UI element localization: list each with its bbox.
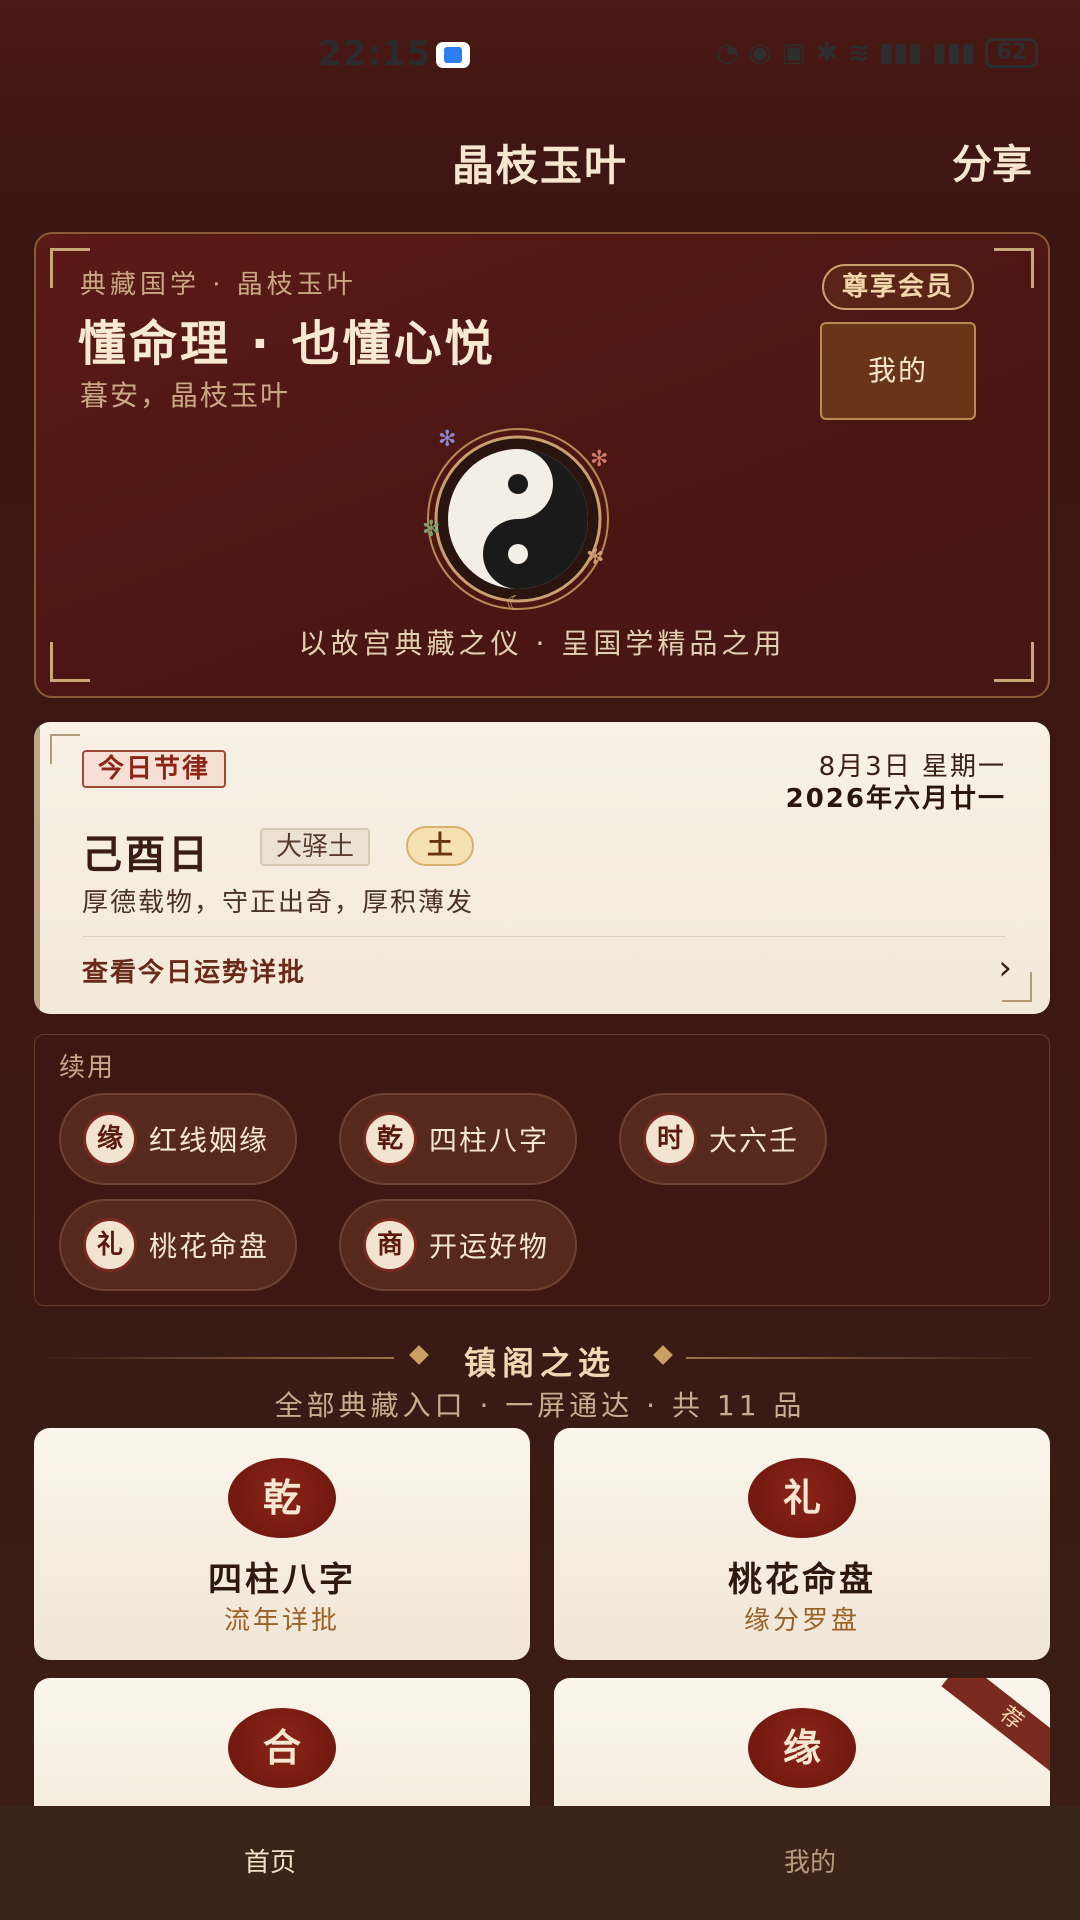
seal-icon: 礼 [748,1458,856,1538]
seal-icon: 乾 [228,1458,336,1538]
element-badge: 土 [406,826,474,866]
product-card-bazi[interactable]: 乾 四柱八字 流年详批 [34,1428,530,1660]
today-tag: 今日节律 [82,750,227,788]
svg-text:✻: ✻ [586,545,604,570]
status-bar: 22:15 ◔ ◉ ▣ ✱ ≋ ▮▮▮ ▮▮▮ 62 [0,0,1080,110]
chip-label: 四柱八字 [429,1124,550,1157]
chip-label: 大六壬 [709,1124,800,1157]
hero-banner: 典藏国学 · 晶枝玉叶 懂命理 · 也懂心悦 暮安，晶枝玉叶 尊享会员 我的 ✻… [34,232,1050,698]
fortune-detail-link[interactable]: 查看今日运势详批 [82,952,306,989]
card-subtitle: 缘分罗盘 [743,1606,860,1636]
chip-bazi[interactable]: 乾 四柱八字 [339,1093,578,1185]
card-title: 四柱八字 [208,1560,356,1600]
today-card[interactable]: 今日节律 8月3日 星期一 2026年六月廿一 己酉日 大驿土 土 厚德载物，守… [34,722,1050,1014]
status-icons: ◔ ◉ ▣ ✱ ≋ ▮▮▮ ▮▮▮ 62 [716,38,1038,68]
chevron-right-icon[interactable]: › [998,948,1012,988]
hero-greeting: 暮安，晶枝玉叶 [80,379,291,412]
section-subtitle: 全部典藏入口 · 一屏通达 · 共 11 品 [274,1389,806,1422]
nav-mine[interactable]: 我的 [540,1806,1080,1920]
svg-text:✻: ✻ [422,517,440,542]
seal-icon: 商 [363,1218,417,1272]
vip-badge[interactable]: 尊享会员 [822,264,974,310]
lunar-date: 2026年六月廿一 [785,784,1006,814]
recommend-ribbon: 荐 [941,1678,1050,1779]
chip-label: 开运好物 [429,1230,550,1263]
app-root: 22:15 ◔ ◉ ▣ ✱ ≋ ▮▮▮ ▮▮▮ 62 晶枝玉叶 分享 典藏国学 … [0,0,1080,1920]
battery-icon: 62 [985,38,1038,68]
svg-text:✻: ✻ [590,447,608,472]
top-header: 晶枝玉叶 分享 [0,110,1080,210]
card-subtitle: 流年详批 [223,1606,340,1636]
seal-icon: 乾 [363,1112,417,1166]
chip-label: 红线姻缘 [149,1124,270,1157]
page-title: 晶枝玉叶 [451,141,628,190]
section-title: 镇阁之选 [463,1344,616,1382]
nayin-badge: 大驿土 [260,828,371,866]
yin-yang-icon: ✻ ✻ ✻ ✻ ☾ [422,427,609,615]
nav-home[interactable]: 首页 [0,1806,540,1920]
mine-button[interactable]: 我的 [820,322,976,420]
today-motto: 厚德载物，守正出奇，厚积薄发 [82,888,475,918]
eye-icon: ◉ [748,38,772,68]
seal-icon: 缘 [748,1708,856,1788]
product-card-peach-blossom[interactable]: 礼 桃花命盘 缘分罗盘 [554,1428,1050,1660]
corner-ornament [994,248,1034,288]
signal-icon-2: ▮▮▮ [932,38,976,68]
seal-icon: 礼 [83,1218,137,1272]
hero-motto: 以故宫典藏之仪 · 呈国学精品之用 [298,627,786,660]
continue-use-panel: 续用 缘 红线姻缘 乾 四柱八字 时 大六壬 礼 桃花命盘 商 开运好物 [34,1034,1050,1306]
chip-peach-blossom[interactable]: 礼 桃花命盘 [59,1199,298,1291]
speed-icon: ◔ [715,38,739,68]
continue-use-label: 续用 [59,1053,116,1083]
svg-text:☾: ☾ [506,591,524,614]
seal-icon: 缘 [83,1112,137,1166]
chip-lucky-goods[interactable]: 商 开运好物 [339,1199,578,1291]
bluetooth-icon: ✱ [815,38,838,68]
chip-liuren[interactable]: 时 大六壬 [619,1093,828,1185]
signal-icon: ▮▮▮ [879,38,923,68]
divider [82,936,1006,937]
wifi-icon: ≋ [847,38,870,68]
status-time: 22:15 [318,34,432,74]
svg-text:✻: ✻ [438,427,456,452]
seal-icon: 合 [228,1708,336,1788]
corner-ornament [50,734,80,764]
card-title: 桃花命盘 [728,1560,876,1600]
chip-label: 桃花命盘 [149,1230,270,1263]
hero-kicker: 典藏国学 · 晶枝玉叶 [80,270,357,300]
seal-icon: 时 [643,1112,697,1166]
chip-red-thread[interactable]: 缘 红线姻缘 [59,1093,298,1185]
taiji-emblem[interactable]: ✻ ✻ ✻ ✻ ☾ [418,424,618,615]
bottom-nav: 首页 我的 [0,1806,1080,1920]
shield-icon [436,42,470,68]
share-button[interactable]: 分享 [952,132,1032,190]
nfc-icon: ▣ [781,38,806,68]
day-name: 己酉日 [82,832,211,878]
hero-title: 懂命理 · 也懂心悦 [78,316,496,372]
